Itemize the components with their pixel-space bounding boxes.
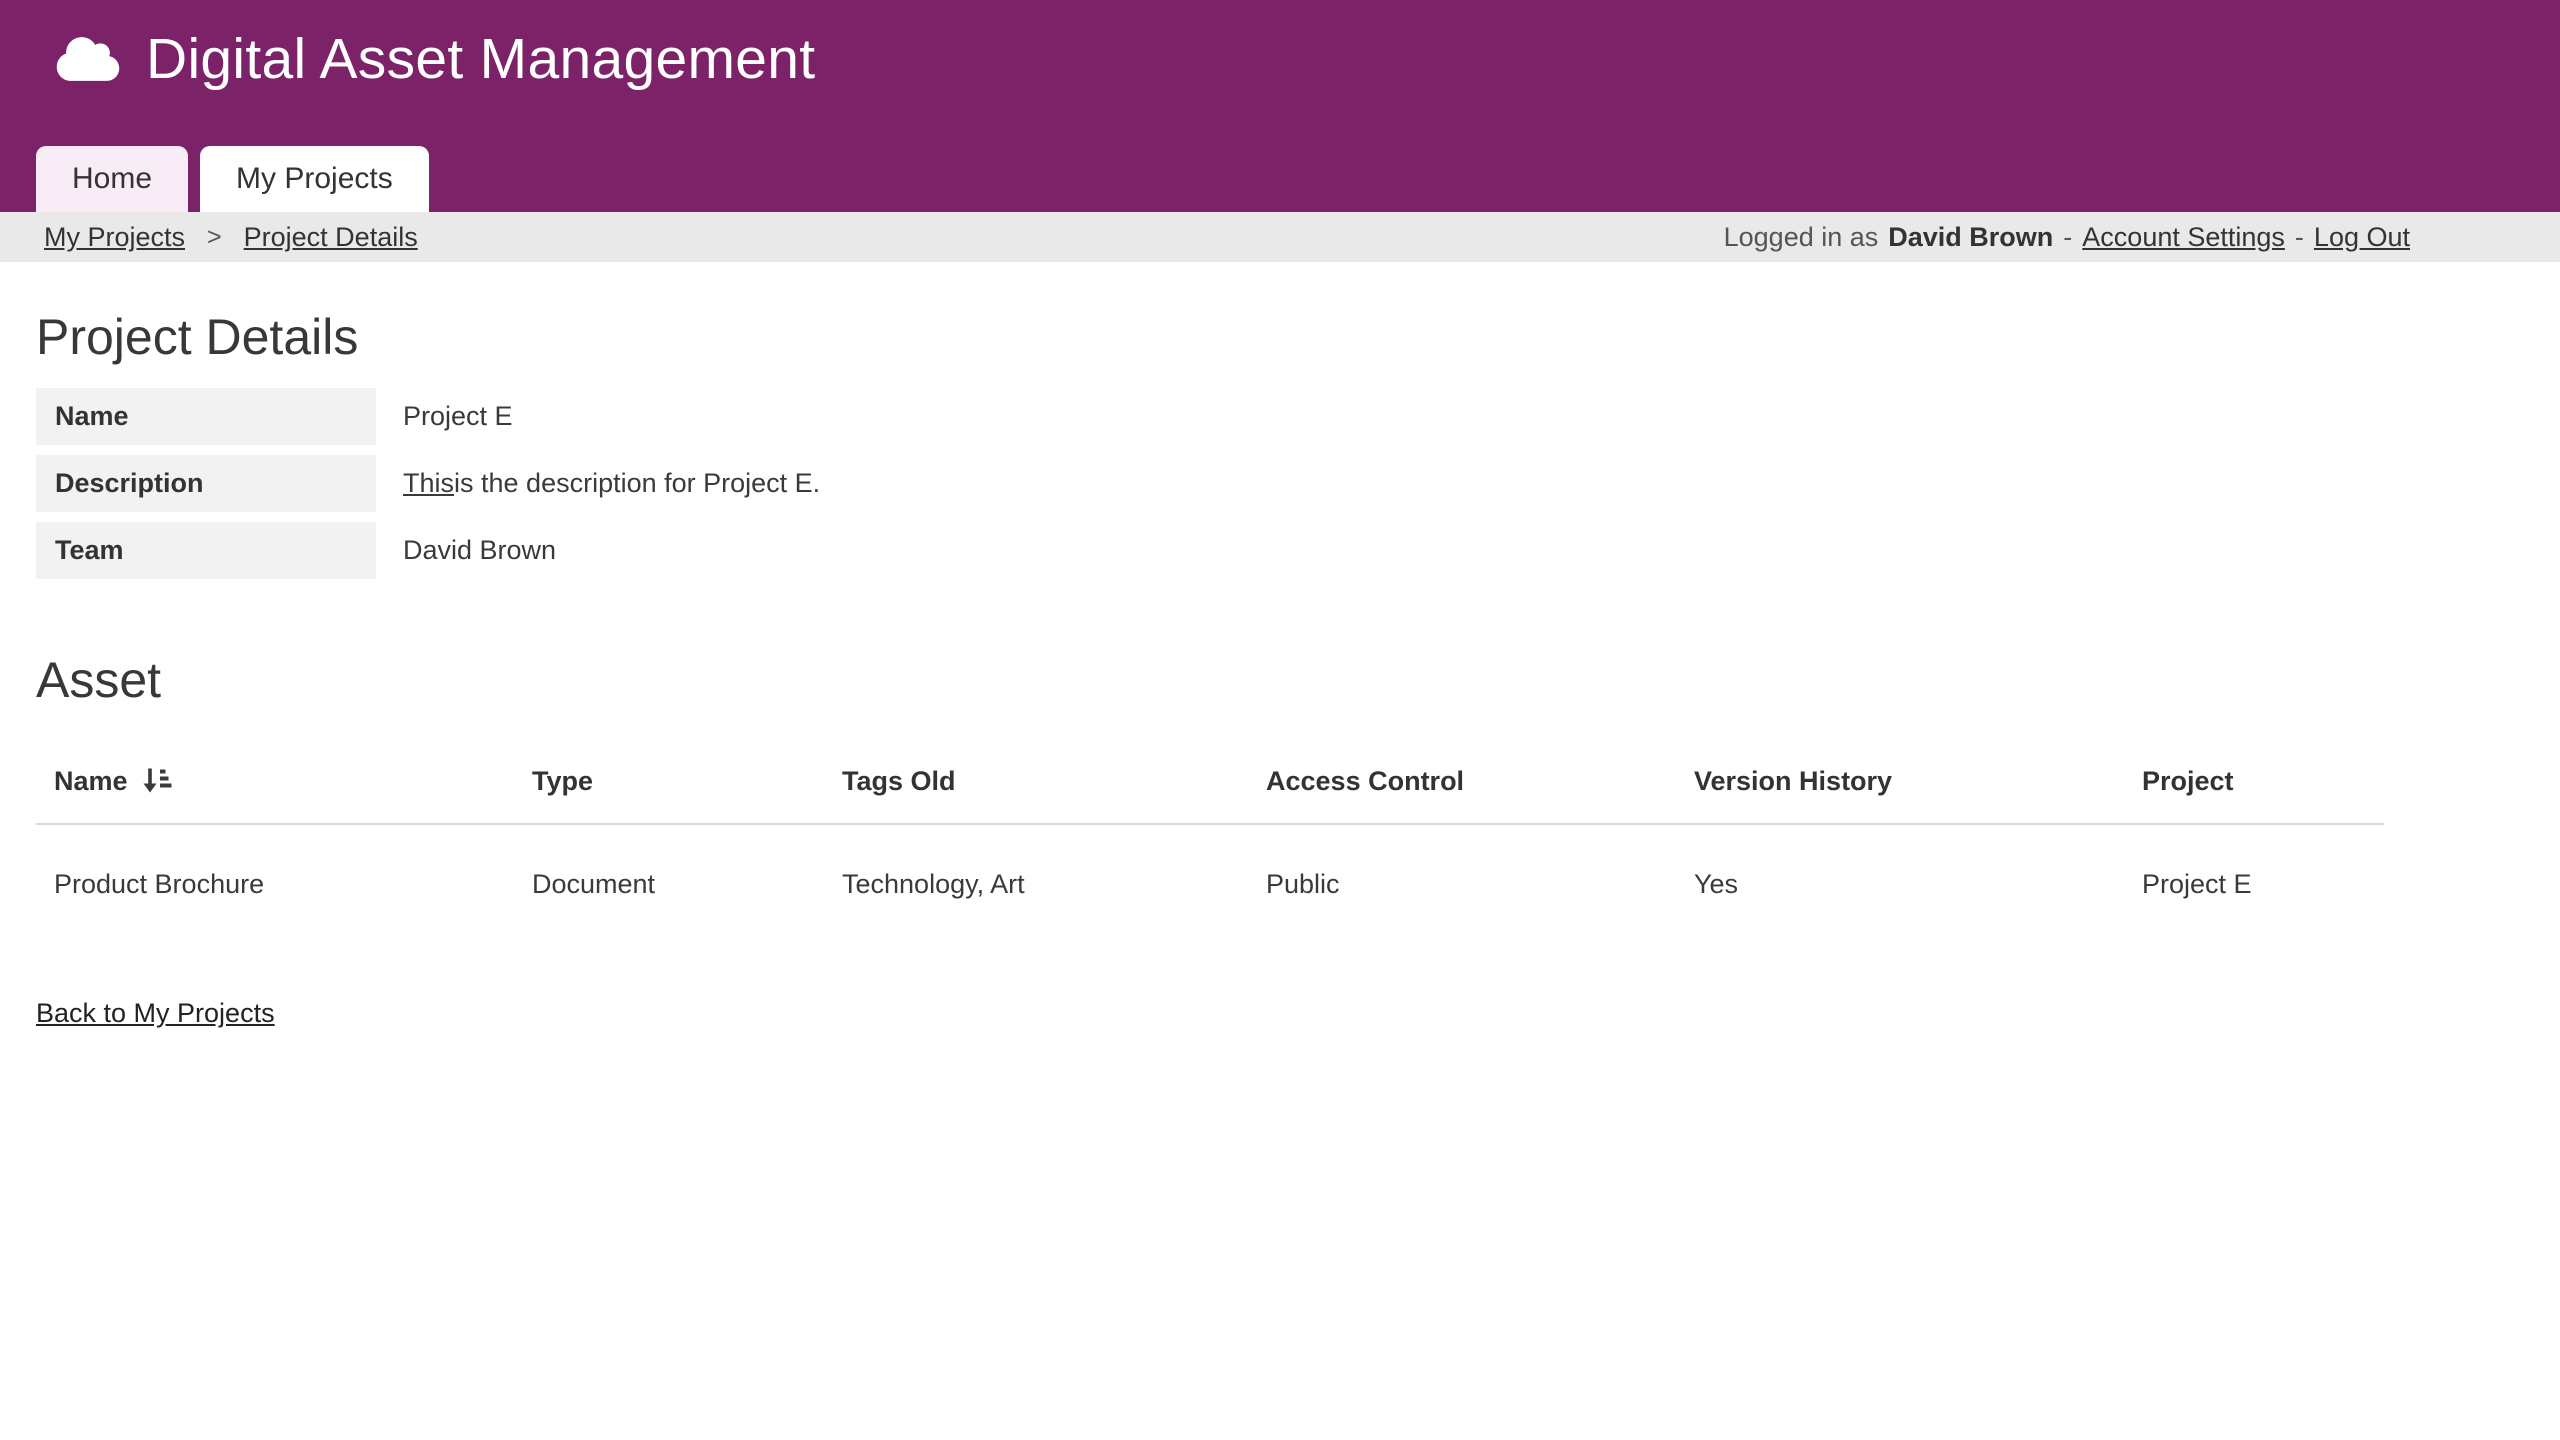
cell-asset-tags: Technology, Art <box>824 869 1248 900</box>
tab-bar: Home My Projects <box>36 146 429 212</box>
detail-value-name: Project E <box>403 388 513 445</box>
breadcrumb-project-details[interactable]: Project Details <box>244 222 418 253</box>
breadcrumb-my-projects[interactable]: My Projects <box>44 222 185 253</box>
brand: Digital Asset Management <box>0 0 2560 92</box>
detail-row-name: Name Project E <box>36 388 2560 445</box>
session-username: David Brown <box>1888 222 2053 253</box>
session-separator: - <box>2295 222 2304 253</box>
column-header-access-control: Access Control <box>1248 765 1676 797</box>
cell-asset-version: Yes <box>1676 869 2124 900</box>
detail-row-team: Team David Brown <box>36 522 2560 579</box>
table-row: Product Brochure Document Technology, Ar… <box>36 825 2384 946</box>
project-details-list: Name Project E Description This is the d… <box>36 388 2560 579</box>
topbar: My Projects > Project Details Logged in … <box>0 212 2560 262</box>
tab-home-label: Home <box>72 162 152 196</box>
page-title: Digital Asset Management <box>146 26 815 92</box>
detail-value-team: David Brown <box>403 522 556 579</box>
column-header-version-history: Version History <box>1676 765 2124 797</box>
cell-asset-name: Product Brochure <box>36 869 514 900</box>
tab-my-projects[interactable]: My Projects <box>200 146 429 212</box>
column-header-project: Project <box>2124 765 2384 797</box>
session-info: Logged in as David Brown - Account Setti… <box>1724 222 2410 253</box>
log-out-link[interactable]: Log Out <box>2314 222 2410 253</box>
cell-asset-type: Document <box>514 869 824 900</box>
asset-table: Name Type Tags Old Access Control Versio… <box>36 735 2384 946</box>
breadcrumb: My Projects > Project Details <box>44 222 418 253</box>
asset-heading: Asset <box>36 589 2560 709</box>
account-settings-link[interactable]: Account Settings <box>2082 222 2285 253</box>
chevron-right-icon: > <box>207 223 222 252</box>
project-details-heading: Project Details <box>36 262 2560 366</box>
sort-amount-down-icon[interactable] <box>140 765 172 797</box>
detail-value-description: This is the description for Project E. <box>403 455 820 512</box>
asset-table-header: Name Type Tags Old Access Control Versio… <box>36 735 2384 825</box>
detail-label-team: Team <box>36 522 376 579</box>
column-header-tags-old: Tags Old <box>824 765 1248 797</box>
column-header-type: Type <box>514 765 824 797</box>
column-header-name[interactable]: Name <box>36 765 514 797</box>
detail-label-name: Name <box>36 388 376 445</box>
cell-asset-access: Public <box>1248 869 1676 900</box>
back-to-my-projects-link[interactable]: Back to My Projects <box>36 998 275 1029</box>
detail-label-description: Description <box>36 455 376 512</box>
detail-row-description: Description This is the description for … <box>36 455 2560 512</box>
tab-home[interactable]: Home <box>36 146 188 212</box>
description-text: is the description for Project E. <box>454 468 820 499</box>
main-content: Project Details Name Project E Descripti… <box>0 262 2560 1029</box>
session-separator: - <box>2063 222 2072 253</box>
session-prefix: Logged in as <box>1724 222 1879 253</box>
tab-my-projects-label: My Projects <box>236 162 393 196</box>
cell-asset-project: Project E <box>2124 869 2384 900</box>
cloud-icon <box>56 34 120 84</box>
app-header: Digital Asset Management Home My Project… <box>0 0 2560 212</box>
description-this-link[interactable]: This <box>403 468 454 499</box>
